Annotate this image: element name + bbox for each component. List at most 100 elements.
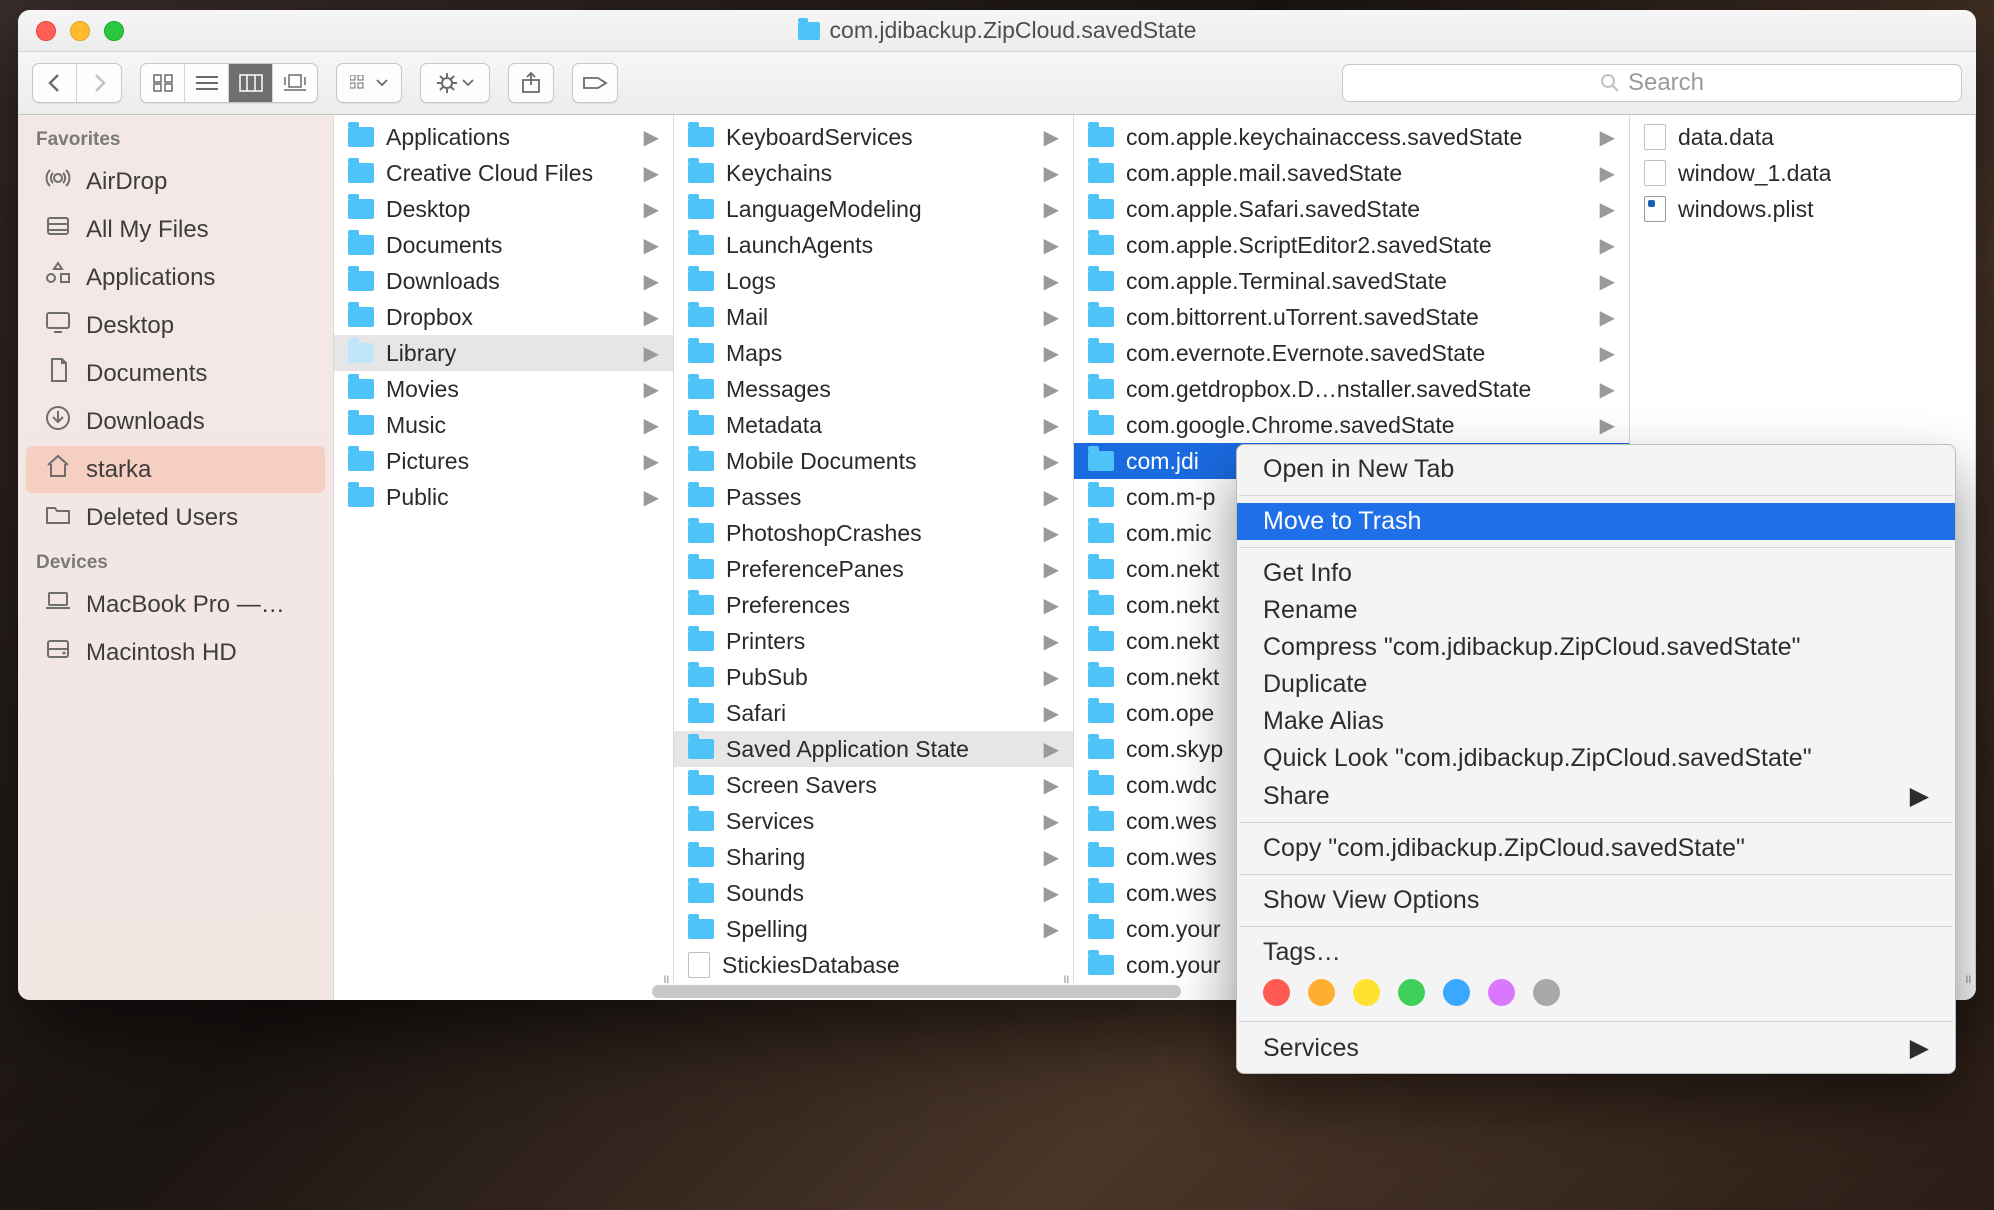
file-row[interactable]: Messages▶ bbox=[674, 371, 1073, 407]
file-row[interactable]: Safari▶ bbox=[674, 695, 1073, 731]
close-button[interactable] bbox=[36, 21, 56, 41]
view-column-button[interactable] bbox=[229, 64, 273, 102]
arrange-button[interactable] bbox=[337, 64, 401, 102]
file-row[interactable]: Creative Cloud Files▶ bbox=[334, 155, 673, 191]
file-row[interactable]: Dropbox▶ bbox=[334, 299, 673, 335]
file-row[interactable]: window_1.data bbox=[1630, 155, 1975, 191]
sidebar-item-all-my-files[interactable]: All My Files bbox=[26, 206, 325, 253]
file-label: com.apple.keychainaccess.savedState bbox=[1126, 124, 1522, 151]
menu-item[interactable]: Duplicate bbox=[1237, 666, 1955, 703]
file-row[interactable]: Metadata▶ bbox=[674, 407, 1073, 443]
file-row[interactable]: PubSub▶ bbox=[674, 659, 1073, 695]
menu-item[interactable]: Move to Trash bbox=[1237, 503, 1955, 540]
menu-item[interactable]: Open in New Tab bbox=[1237, 451, 1955, 488]
action-button[interactable] bbox=[421, 64, 489, 102]
file-row[interactable]: windows.plist bbox=[1630, 191, 1975, 227]
file-row[interactable]: com.apple.Terminal.savedState▶ bbox=[1074, 263, 1629, 299]
file-row[interactable]: Logs▶ bbox=[674, 263, 1073, 299]
file-row[interactable]: PreferencePanes▶ bbox=[674, 551, 1073, 587]
file-row[interactable]: Pictures▶ bbox=[334, 443, 673, 479]
file-row[interactable]: Screen Savers▶ bbox=[674, 767, 1073, 803]
menu-item[interactable]: Tags… bbox=[1237, 934, 1955, 971]
tag-color-dot[interactable] bbox=[1263, 979, 1290, 1006]
file-row[interactable]: PhotoshopCrashes▶ bbox=[674, 515, 1073, 551]
folder-icon bbox=[1088, 595, 1114, 615]
view-icon-button[interactable] bbox=[141, 64, 185, 102]
sidebar-item-desktop[interactable]: Desktop bbox=[26, 302, 325, 349]
menu-item[interactable]: Copy "com.jdibackup.ZipCloud.savedState" bbox=[1237, 830, 1955, 867]
file-row[interactable]: com.evernote.Evernote.savedState▶ bbox=[1074, 335, 1629, 371]
file-row[interactable]: Printers▶ bbox=[674, 623, 1073, 659]
back-button[interactable] bbox=[33, 64, 77, 102]
file-row[interactable]: com.getdropbox.D…nstaller.savedState▶ bbox=[1074, 371, 1629, 407]
file-row[interactable]: Movies▶ bbox=[334, 371, 673, 407]
file-row[interactable]: Music▶ bbox=[334, 407, 673, 443]
menu-item[interactable]: Show View Options bbox=[1237, 882, 1955, 919]
list-icon bbox=[196, 75, 218, 91]
file-row[interactable]: Maps▶ bbox=[674, 335, 1073, 371]
file-row[interactable]: Applications▶ bbox=[334, 119, 673, 155]
tag-color-dot[interactable] bbox=[1308, 979, 1335, 1006]
file-label: Downloads bbox=[386, 268, 500, 295]
scrollbar-thumb[interactable] bbox=[652, 985, 1181, 998]
file-row[interactable]: Public▶ bbox=[334, 479, 673, 515]
file-row[interactable]: com.apple.keychainaccess.savedState▶ bbox=[1074, 119, 1629, 155]
file-row[interactable]: com.bittorrent.uTorrent.savedState▶ bbox=[1074, 299, 1629, 335]
share-button[interactable] bbox=[509, 64, 553, 102]
file-row[interactable]: Spelling▶ bbox=[674, 911, 1073, 947]
file-row[interactable]: Mobile Documents▶ bbox=[674, 443, 1073, 479]
menu-item[interactable]: Quick Look "com.jdibackup.ZipCloud.saved… bbox=[1237, 740, 1955, 777]
folder-icon bbox=[688, 235, 714, 255]
tag-color-dot[interactable] bbox=[1443, 979, 1470, 1006]
forward-button[interactable] bbox=[77, 64, 121, 102]
folder-icon bbox=[348, 163, 374, 183]
file-row[interactable]: com.apple.Safari.savedState▶ bbox=[1074, 191, 1629, 227]
view-list-button[interactable] bbox=[185, 64, 229, 102]
file-row[interactable]: Sharing▶ bbox=[674, 839, 1073, 875]
tags-button[interactable] bbox=[573, 64, 617, 102]
file-row[interactable]: StickiesDatabase bbox=[674, 947, 1073, 983]
file-row[interactable]: Passes▶ bbox=[674, 479, 1073, 515]
file-row[interactable]: Mail▶ bbox=[674, 299, 1073, 335]
sidebar-item-downloads[interactable]: Downloads bbox=[26, 398, 325, 445]
menu-item[interactable]: Share▶ bbox=[1237, 777, 1955, 815]
minimize-button[interactable] bbox=[70, 21, 90, 41]
sidebar-item-airdrop[interactable]: AirDrop bbox=[26, 158, 325, 205]
file-row[interactable]: com.apple.ScriptEditor2.savedState▶ bbox=[1074, 227, 1629, 263]
file-row[interactable]: Services▶ bbox=[674, 803, 1073, 839]
tag-color-dot[interactable] bbox=[1488, 979, 1515, 1006]
menu-item[interactable]: Services▶ bbox=[1237, 1029, 1955, 1067]
tag-color-dot[interactable] bbox=[1353, 979, 1380, 1006]
file-row[interactable]: LaunchAgents▶ bbox=[674, 227, 1073, 263]
menu-item[interactable]: Compress "com.jdibackup.ZipCloud.savedSt… bbox=[1237, 629, 1955, 666]
sidebar-item-macbook-pro-[interactable]: MacBook Pro —… bbox=[26, 581, 325, 628]
tag-color-dot[interactable] bbox=[1398, 979, 1425, 1006]
file-row[interactable]: Preferences▶ bbox=[674, 587, 1073, 623]
file-row[interactable]: Keychains▶ bbox=[674, 155, 1073, 191]
file-row[interactable]: data.data bbox=[1630, 119, 1975, 155]
search-field[interactable]: Search bbox=[1342, 64, 1962, 102]
view-gallery-button[interactable] bbox=[273, 64, 317, 102]
sidebar-item-deleted-users[interactable]: Deleted Users bbox=[26, 494, 325, 541]
fullscreen-button[interactable] bbox=[104, 21, 124, 41]
file-row[interactable]: Desktop▶ bbox=[334, 191, 673, 227]
file-row[interactable]: com.google.Chrome.savedState▶ bbox=[1074, 407, 1629, 443]
file-row[interactable]: Downloads▶ bbox=[334, 263, 673, 299]
file-row[interactable]: Library▶ bbox=[334, 335, 673, 371]
menu-item[interactable]: Make Alias bbox=[1237, 703, 1955, 740]
sidebar-item-starka[interactable]: starka bbox=[26, 446, 325, 493]
sidebar-item-documents[interactable]: Documents bbox=[26, 350, 325, 397]
file-row[interactable]: LanguageModeling▶ bbox=[674, 191, 1073, 227]
file-row[interactable]: Documents▶ bbox=[334, 227, 673, 263]
file-row[interactable]: KeyboardServices▶ bbox=[674, 119, 1073, 155]
file-row[interactable]: com.apple.mail.savedState▶ bbox=[1074, 155, 1629, 191]
sidebar-item-label: AirDrop bbox=[86, 168, 167, 196]
sidebar-item-applications[interactable]: Applications bbox=[26, 254, 325, 301]
file-row[interactable]: Saved Application State▶ bbox=[674, 731, 1073, 767]
sidebar-item-macintosh-hd[interactable]: Macintosh HD bbox=[26, 629, 325, 676]
file-row[interactable]: Sounds▶ bbox=[674, 875, 1073, 911]
menu-item[interactable]: Get Info bbox=[1237, 555, 1955, 592]
titlebar[interactable]: com.jdibackup.ZipCloud.savedState bbox=[18, 10, 1976, 52]
menu-item[interactable]: Rename bbox=[1237, 592, 1955, 629]
tag-color-dot[interactable] bbox=[1533, 979, 1560, 1006]
